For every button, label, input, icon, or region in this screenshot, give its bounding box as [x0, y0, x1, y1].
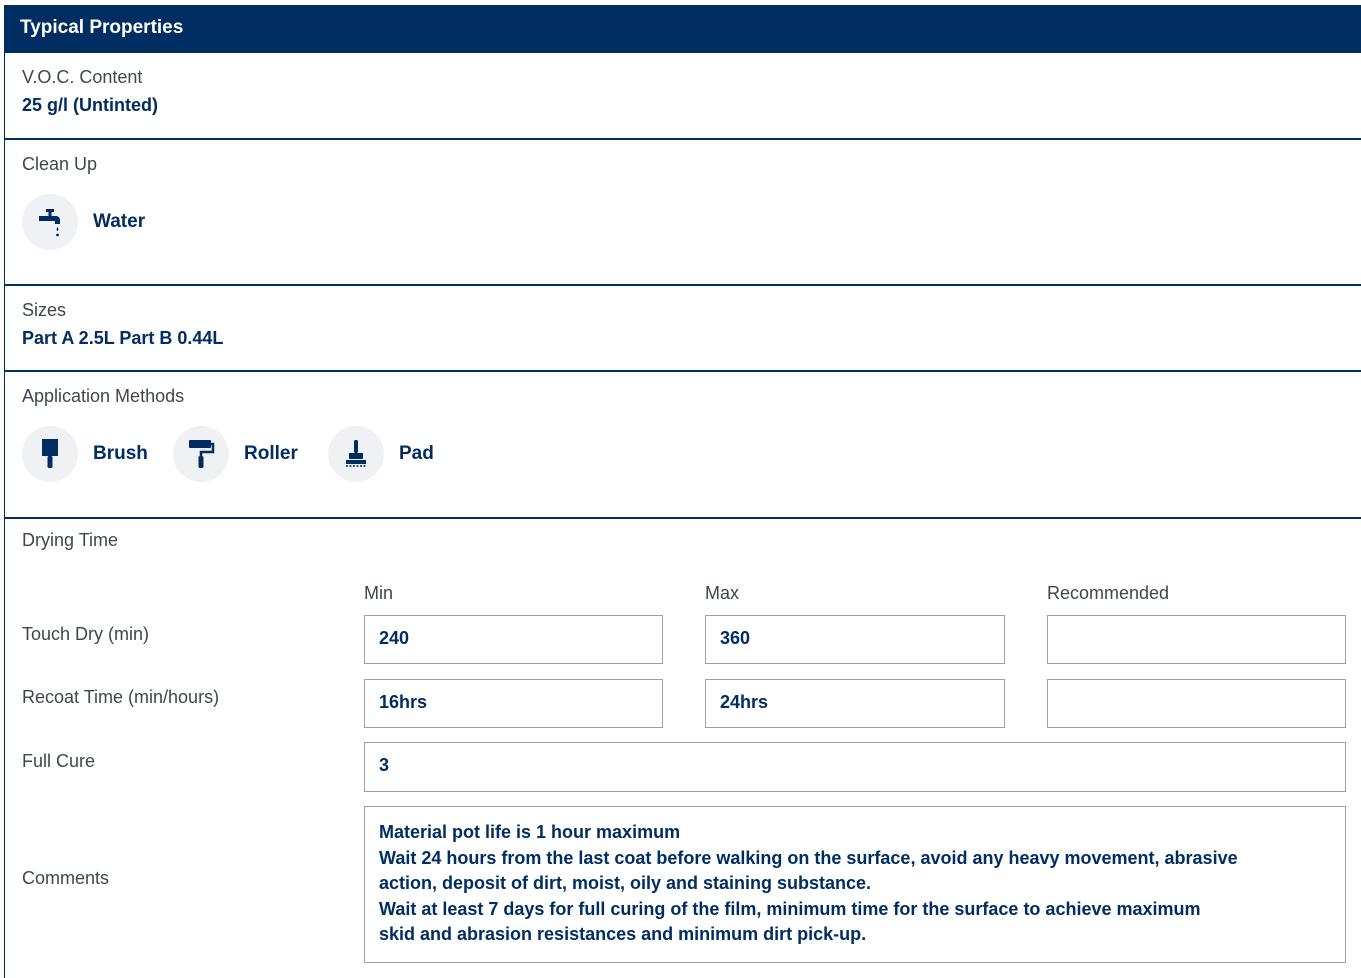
recoat-time-recommended-field — [1047, 679, 1346, 728]
method-label: Brush — [93, 443, 148, 464]
recoat-time-min-field: 16hrs — [364, 679, 663, 728]
comment-line: Wait at least 7 days for full curing of … — [379, 898, 1201, 919]
cleanup-label: Clean Up — [22, 154, 98, 174]
application-label: Application Methods — [22, 386, 185, 406]
cleanup-section: Clean Up Water — [5, 140, 1361, 286]
method-roller: Roller — [173, 426, 298, 482]
method-brush: Brush — [22, 426, 148, 482]
recoat-time-label: Recoat Time (min/hours) — [22, 687, 220, 707]
roller-icon — [173, 426, 229, 482]
touch-dry-max-field: 360 — [705, 615, 1005, 664]
comment-line: skid and abrasion resistances and minimu… — [379, 924, 867, 944]
cleanup-item-label: Water — [93, 211, 146, 232]
column-max: Max — [705, 583, 740, 603]
sizes-value: Part A 2.5L Part B 0.44L — [22, 328, 224, 348]
comments-label: Comments — [22, 868, 110, 888]
column-min: Min — [364, 583, 394, 603]
full-cure-field: 3 — [364, 742, 1346, 792]
recoat-time-max-field: 24hrs — [705, 679, 1005, 728]
comment-line: Material pot life is 1 hour maximum — [379, 822, 681, 842]
pad-icon — [328, 426, 384, 482]
method-label: Pad — [399, 443, 434, 464]
sizes-section: Sizes Part A 2.5L Part B 0.44L — [5, 286, 1361, 372]
comment-line: Wait 24 hours from the last coat before … — [379, 847, 1238, 868]
comment-line: action, deposit of dirt, moist, oily and… — [379, 873, 872, 893]
panel-title: Typical Properties — [20, 17, 184, 38]
brush-icon — [22, 426, 78, 482]
comments-field: Material pot life is 1 hour maximum Wait… — [364, 806, 1346, 963]
voc-section: V.O.C. Content 25 g/l (Untinted) — [5, 53, 1361, 140]
touch-dry-min-field: 240 — [364, 615, 663, 664]
application-section: Application Methods Brush Roller Pad — [5, 372, 1361, 519]
method-label: Roller — [244, 443, 298, 464]
method-pad: Pad — [328, 426, 434, 482]
full-cure-label: Full Cure — [22, 751, 96, 771]
cleanup-item-water: Water — [22, 194, 145, 250]
panel-header: Typical Properties — [5, 5, 1361, 53]
touch-dry-recommended-field — [1047, 615, 1346, 664]
typical-properties-panel: Typical Properties V.O.C. Content 25 g/l… — [4, 5, 1361, 978]
sizes-label: Sizes — [22, 300, 67, 320]
voc-label: V.O.C. Content — [22, 67, 143, 87]
drying-time-label: Drying Time — [22, 530, 119, 550]
tap-icon — [22, 194, 78, 250]
voc-value: 25 g/l (Untinted) — [22, 95, 158, 115]
column-recommended: Recommended — [1047, 583, 1170, 603]
touch-dry-label: Touch Dry (min) — [22, 624, 150, 644]
